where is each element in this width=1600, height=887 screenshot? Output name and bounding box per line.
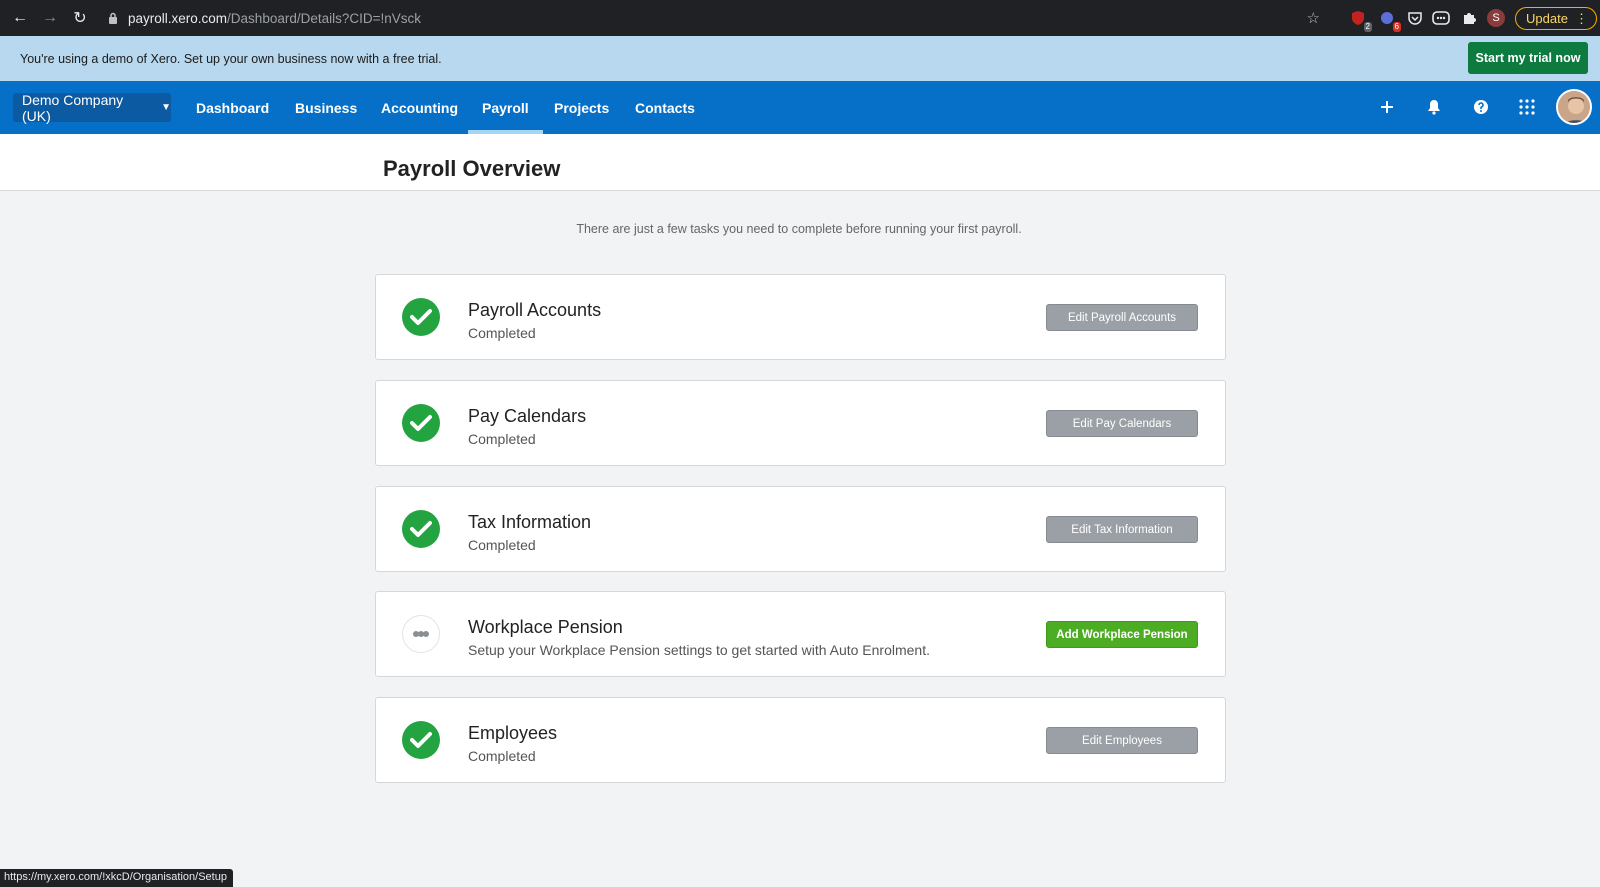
nav-business[interactable]: Business [295, 81, 357, 134]
nav-projects[interactable]: Projects [554, 81, 609, 134]
browser-update-button[interactable]: Update ⋮ [1515, 7, 1597, 30]
nav-accounting[interactable]: Accounting [381, 81, 458, 134]
organisation-name: Demo Company (UK) [22, 91, 124, 124]
task-status: Completed [468, 431, 536, 447]
puzzle-extension-icon[interactable]: 6 [1377, 8, 1401, 32]
bell-icon[interactable] [1422, 95, 1446, 119]
page-header: Payroll Overview [0, 134, 1600, 191]
task-card-pay-calendars: Pay Calendars Completed Edit Pay Calenda… [375, 380, 1226, 466]
task-card-payroll-accounts: Payroll Accounts Completed Edit Payroll … [375, 274, 1226, 360]
address-bar[interactable]: payroll.xero.com/Dashboard/Details?CID=!… [98, 5, 1334, 31]
url-text: payroll.xero.com/Dashboard/Details?CID=!… [128, 10, 422, 26]
task-title: Payroll Accounts [468, 300, 602, 320]
check-icon [402, 510, 440, 548]
back-icon[interactable]: ← [6, 4, 34, 32]
task-status: Completed [468, 537, 536, 553]
pocket-icon[interactable] [1405, 8, 1425, 28]
plus-icon[interactable] [1375, 95, 1399, 119]
edit-pay-calendars-button[interactable]: Edit Pay Calendars [1046, 410, 1198, 437]
task-card-tax-information: Tax Information Completed Edit Tax Infor… [375, 486, 1226, 572]
bookmark-star-icon[interactable]: ☆ [1307, 9, 1320, 27]
apps-grid-icon[interactable] [1515, 95, 1539, 119]
organisation-switcher[interactable]: Demo Company (UK) ▼ [13, 91, 171, 124]
demo-banner-message: You're using a demo of Xero. Set up your… [20, 51, 442, 66]
task-title: Pay Calendars [468, 406, 587, 426]
task-title: Employees [468, 723, 558, 743]
nav-payroll[interactable]: Payroll [468, 81, 543, 134]
task-status: Completed [468, 748, 536, 764]
task-card-workplace-pension: Workplace Pension Setup your Workplace P… [375, 591, 1226, 677]
edit-payroll-accounts-button[interactable]: Edit Payroll Accounts [1046, 304, 1198, 331]
start-trial-button[interactable]: Start my trial now [1468, 42, 1588, 74]
task-title: Tax Information [468, 512, 592, 532]
nav-dashboard[interactable]: Dashboard [196, 81, 269, 134]
more-extension-icon[interactable] [1431, 8, 1451, 28]
ublock-extension-icon[interactable]: 2 [1348, 8, 1372, 32]
task-description: Setup your Workplace Pension settings to… [468, 642, 930, 658]
help-icon[interactable] [1469, 95, 1493, 119]
demo-banner: You're using a demo of Xero. Set up your… [0, 36, 1600, 81]
task-title: Workplace Pension [468, 617, 623, 637]
browser-profile-avatar[interactable]: S [1487, 9, 1505, 27]
browser-toolbar: ← → ↻ payroll.xero.com/Dashboard/Details… [0, 0, 1600, 36]
add-workplace-pension-button[interactable]: Add Workplace Pension [1046, 621, 1198, 648]
lock-icon [106, 11, 120, 25]
nav-contacts[interactable]: Contacts [635, 81, 695, 134]
check-icon [402, 721, 440, 759]
user-avatar[interactable] [1556, 89, 1592, 125]
ext-badge-count: 6 [1392, 22, 1401, 32]
task-status: Completed [468, 325, 536, 341]
forward-icon[interactable]: → [36, 4, 64, 32]
caret-down-icon: ▼ [161, 102, 171, 113]
reload-icon[interactable]: ↻ [66, 4, 94, 32]
task-card-employees: Employees Completed Edit Employees [375, 697, 1226, 783]
pending-icon [402, 615, 440, 653]
extensions-puzzle-icon[interactable] [1459, 8, 1479, 28]
link-preview-status: https://my.xero.com/!xkcD/Organisation/S… [0, 869, 233, 887]
kebab-menu-icon[interactable]: ⋮ [1575, 11, 1588, 27]
intro-text: There are just a few tasks you need to c… [576, 222, 1022, 236]
ext-badge-count: 2 [1363, 22, 1372, 32]
check-icon [402, 404, 440, 442]
main-navigation: Demo Company (UK) ▼ Dashboard Business A… [0, 81, 1600, 134]
page-title: Payroll Overview [383, 156, 561, 181]
edit-employees-button[interactable]: Edit Employees [1046, 727, 1198, 754]
check-icon [402, 298, 440, 336]
edit-tax-information-button[interactable]: Edit Tax Information [1046, 516, 1198, 543]
